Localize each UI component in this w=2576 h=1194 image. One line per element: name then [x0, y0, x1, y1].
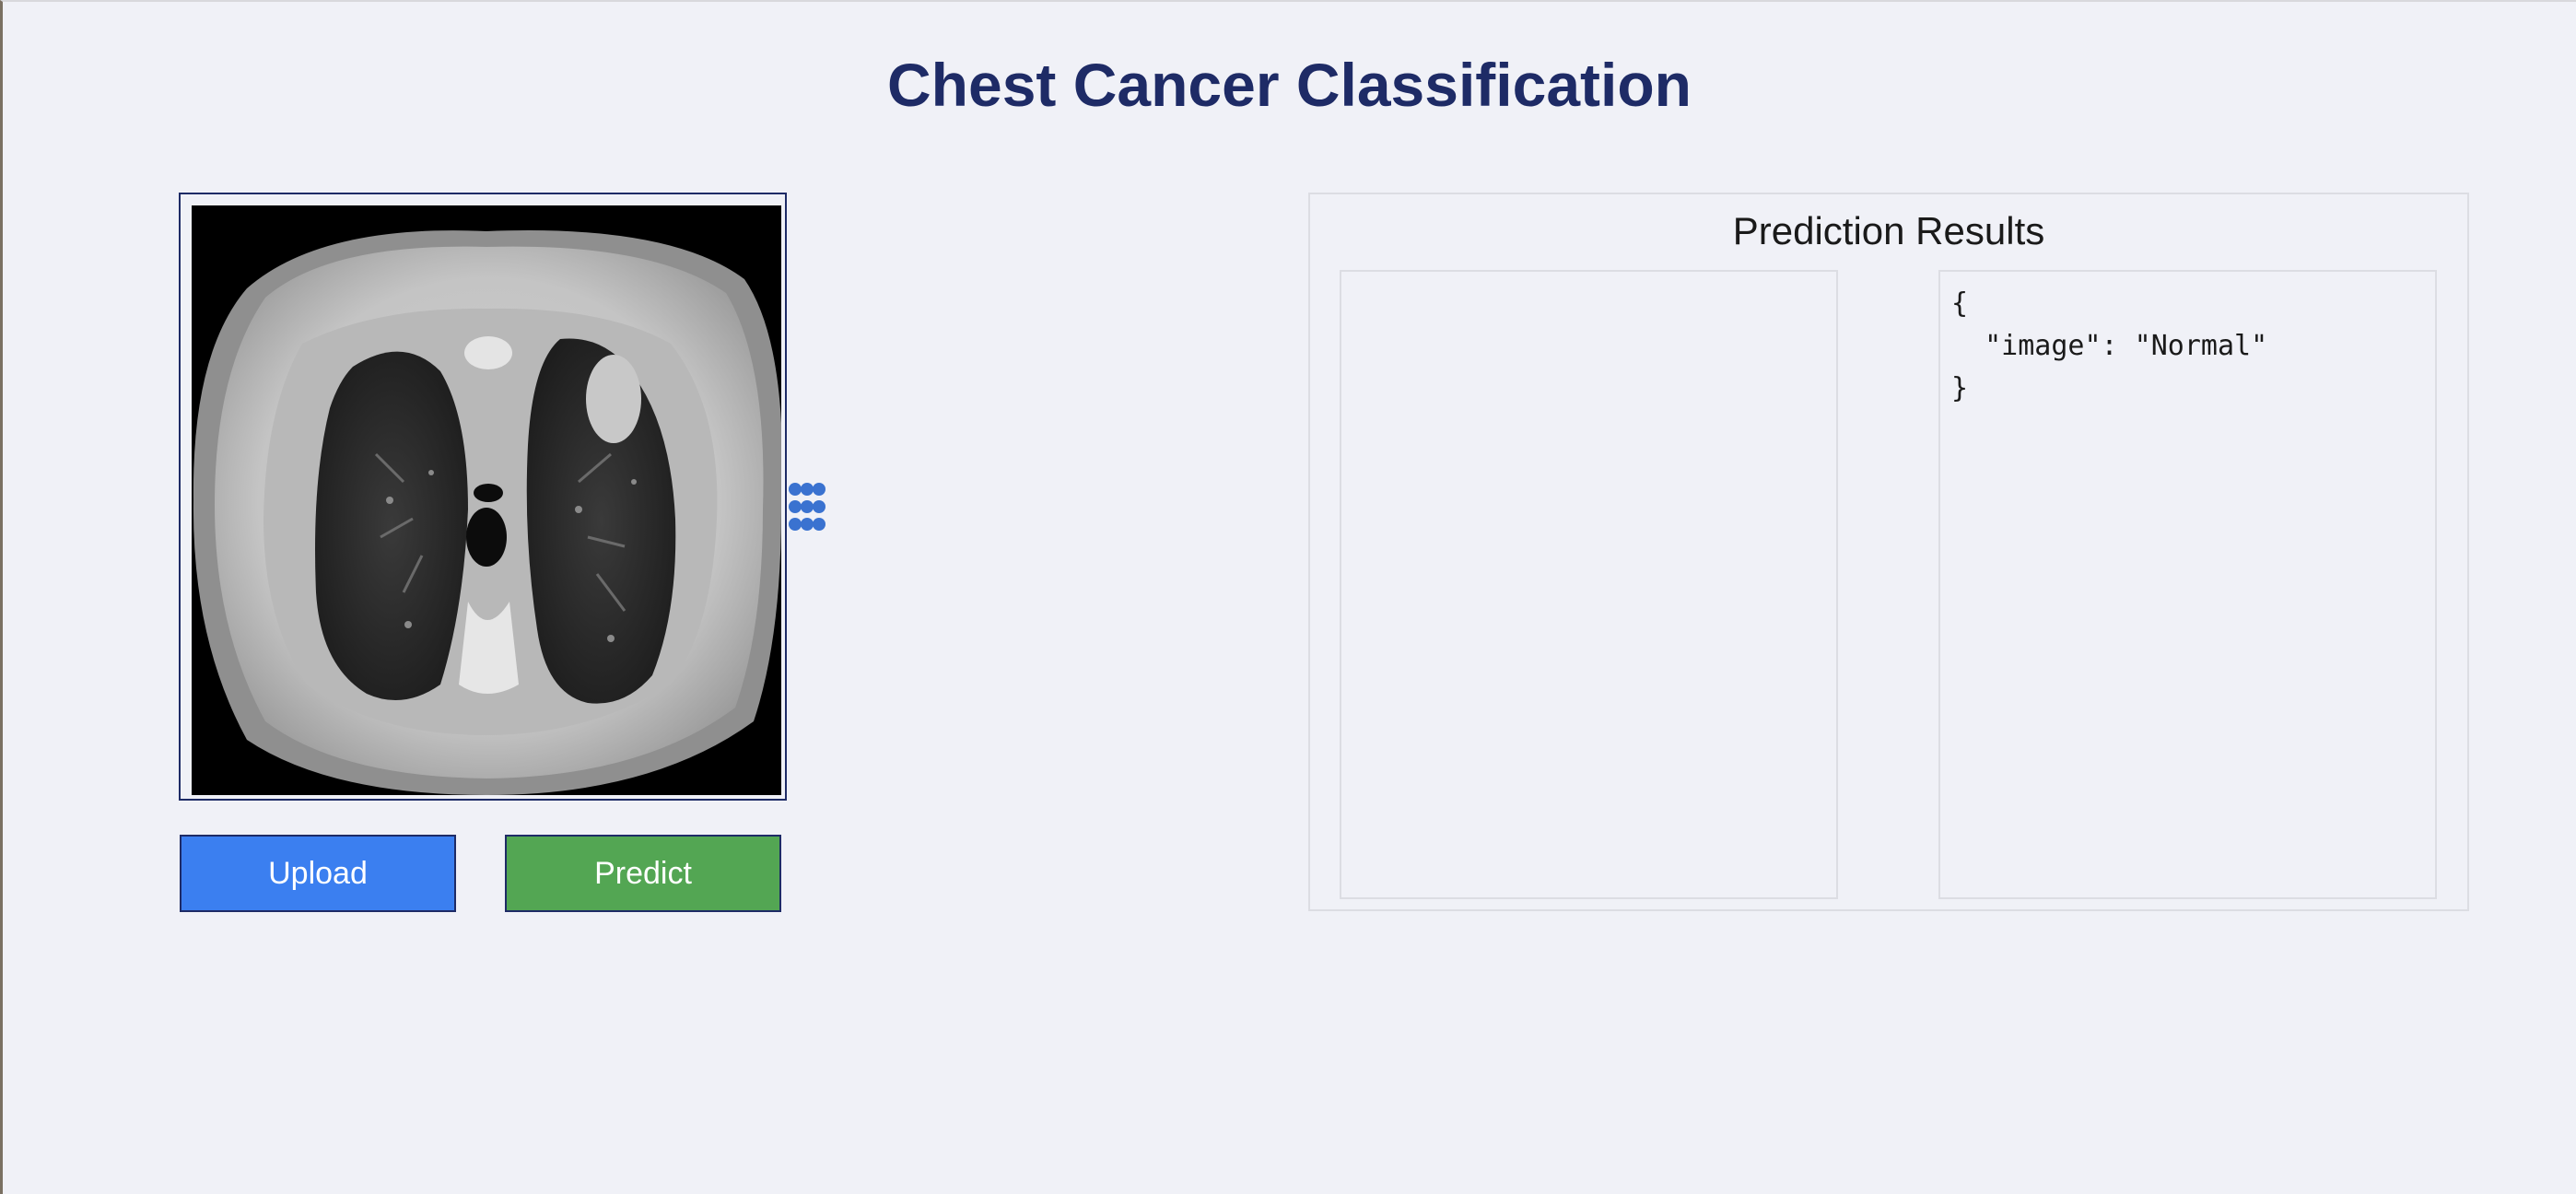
- page-title: Chest Cancer Classification: [887, 51, 1692, 119]
- ct-scan-image: [192, 205, 781, 795]
- result-image-panel: [1340, 270, 1838, 899]
- upload-button[interactable]: Upload: [180, 835, 456, 912]
- uploaded-image-frame: [179, 193, 787, 801]
- predict-button[interactable]: Predict: [505, 835, 781, 912]
- loading-dots-icon: [788, 481, 826, 533]
- results-title: Prediction Results: [1732, 209, 2045, 252]
- app-page: Chest Cancer Classification Upload Predi…: [0, 0, 2576, 1194]
- prediction-json-output: { "image": "Normal" }: [1951, 287, 2268, 404]
- ct-scan-graphic: [192, 205, 781, 795]
- result-json-panel: { "image": "Normal" }: [1938, 270, 2437, 899]
- prediction-results-panel: Prediction Results { "image": "Normal" }: [1308, 193, 2469, 911]
